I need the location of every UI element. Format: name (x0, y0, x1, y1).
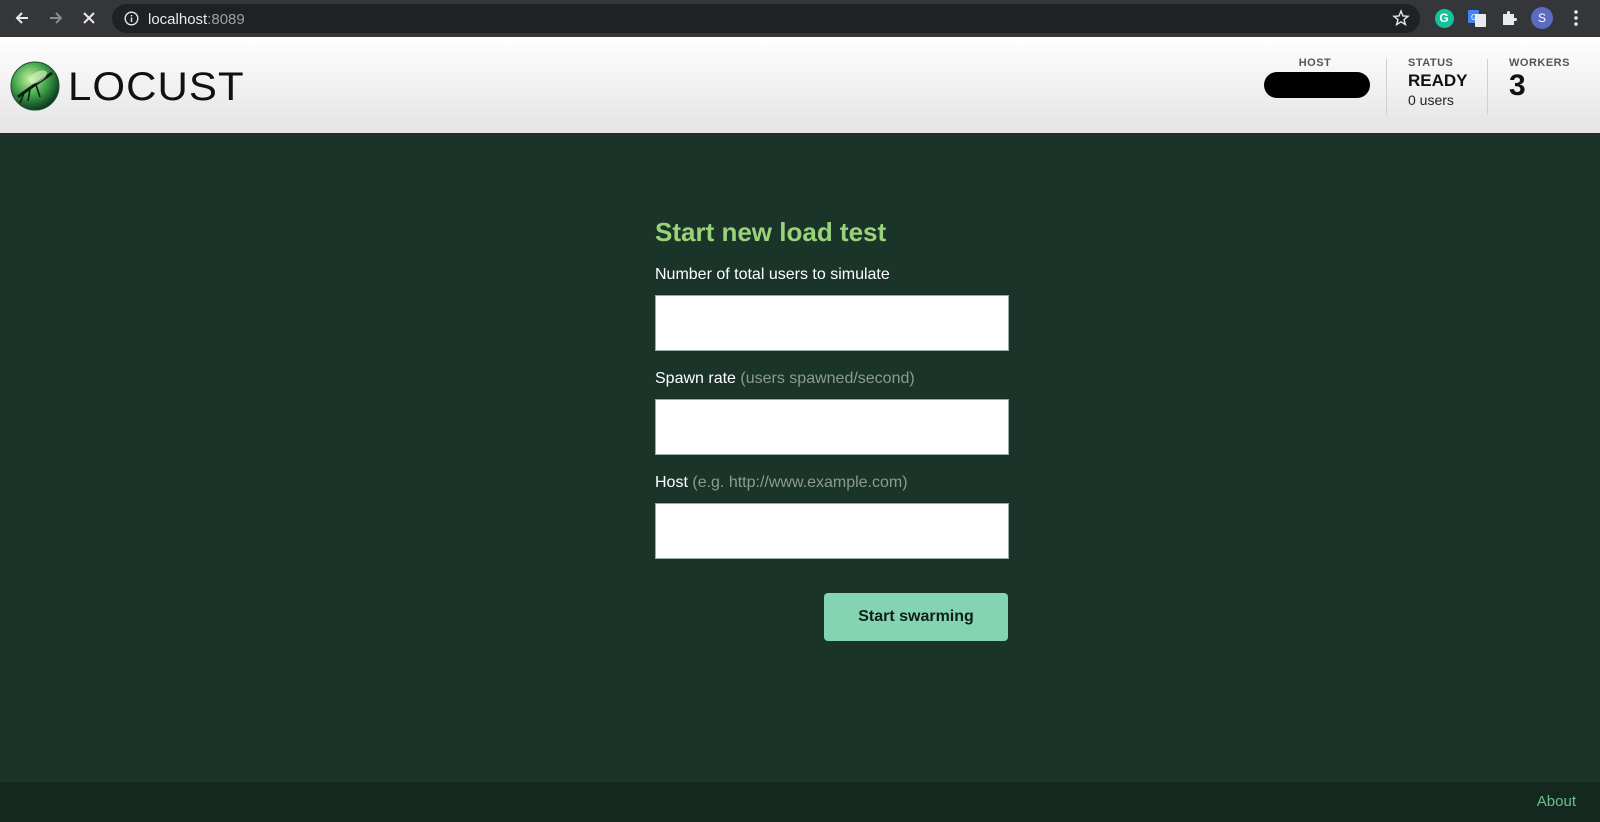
address-bar[interactable]: localhost:8089 (112, 4, 1420, 33)
start-swarming-button[interactable]: Start swarming (824, 593, 1008, 641)
host-redacted (1264, 72, 1370, 98)
spawn-rate-label-row: Spawn rate (users spawned/second) (655, 370, 1011, 388)
host-field-label: Host (655, 474, 688, 491)
users-label: Number of total users to simulate (655, 266, 890, 283)
logo-text: LOCUST (68, 65, 245, 109)
spawn-rate-hint: (users spawned/second) (740, 370, 915, 387)
profile-icon[interactable]: S (1530, 6, 1554, 30)
footer: About (0, 782, 1600, 822)
about-link[interactable]: About (1537, 793, 1576, 810)
host-section: HOST (1262, 57, 1370, 98)
info-icon[interactable] (124, 11, 139, 26)
status-label: STATUS (1408, 57, 1454, 69)
host-hint: (e.g. http://www.example.com) (692, 474, 908, 491)
app-header: LOCUST HOST STATUS READY 0 users WORKERS… (0, 37, 1600, 135)
browser-toolbar: localhost:8089 G G S (0, 0, 1600, 37)
host-label: HOST (1298, 57, 1332, 69)
star-icon[interactable] (1392, 9, 1410, 27)
divider (1487, 59, 1488, 115)
url-text: localhost:8089 (148, 11, 245, 28)
forward-arrow-icon[interactable] (42, 4, 70, 32)
load-test-form: Start new load test Number of total user… (655, 217, 1011, 559)
host-input[interactable] (655, 503, 1009, 559)
menu-icon[interactable] (1564, 6, 1588, 30)
divider (1386, 59, 1387, 115)
svg-text:G: G (1471, 13, 1477, 22)
spawn-rate-input[interactable] (655, 399, 1009, 455)
locust-logo-icon[interactable] (10, 61, 60, 111)
users-count: 0 users (1408, 92, 1454, 108)
grammarly-letter: G (1434, 8, 1454, 28)
profile-initial: S (1531, 7, 1553, 29)
workers-label: WORKERS (1509, 57, 1570, 69)
grammarly-icon[interactable]: G (1432, 6, 1456, 30)
workers-count: 3 (1509, 69, 1526, 102)
host-label-row: Host (e.g. http://www.example.com) (655, 474, 1011, 492)
stop-icon[interactable] (75, 4, 103, 32)
status-value: READY (1408, 71, 1468, 90)
workers-section: WORKERS 3 (1509, 57, 1570, 103)
puzzle-icon[interactable] (1497, 6, 1521, 30)
status-section: STATUS READY 0 users (1408, 57, 1468, 108)
users-input[interactable] (655, 295, 1009, 351)
spawn-rate-label: Spawn rate (655, 370, 736, 387)
form-title: Start new load test (655, 217, 887, 247)
url-port: :8089 (207, 11, 245, 28)
back-arrow-icon[interactable] (8, 4, 36, 32)
url-host: localhost (148, 11, 208, 28)
translate-icon[interactable]: G (1465, 6, 1489, 30)
